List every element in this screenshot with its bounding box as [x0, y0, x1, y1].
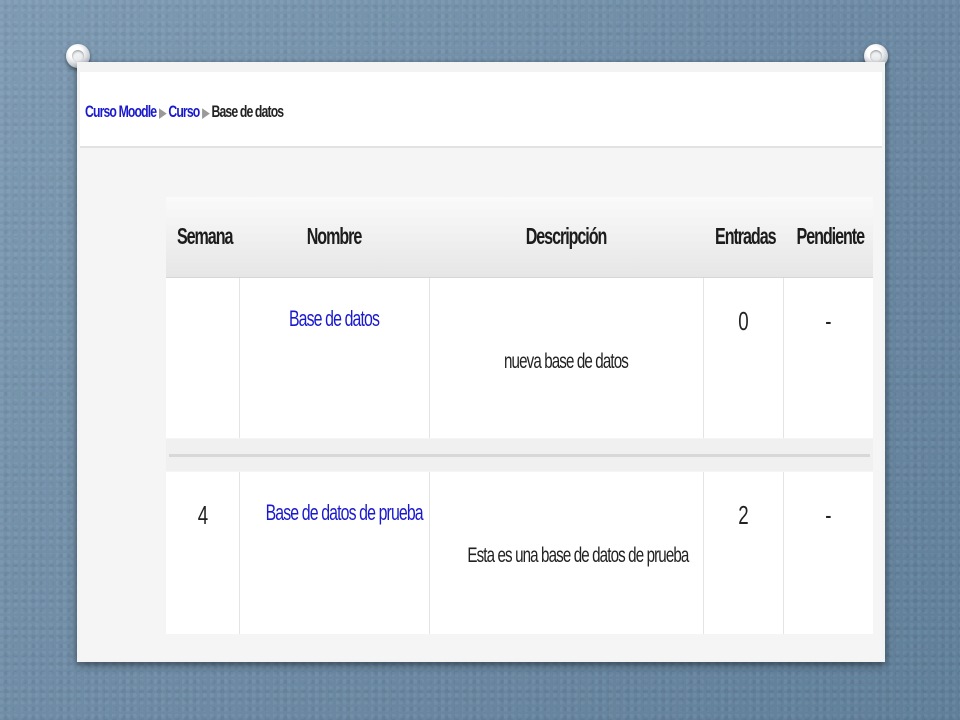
cell-descripcion: Esta es una base de datos de prueba — [467, 544, 689, 567]
row-separator — [166, 439, 873, 471]
column-divider — [783, 472, 784, 634]
navigation-bar: Curso Moodle ▶ Curso ▶ Base de datos — [80, 72, 882, 148]
breadcrumb-arrow-icon: ▶ — [202, 105, 209, 120]
cell-semana: 4 — [197, 500, 208, 530]
breadcrumb-curso[interactable]: Curso — [168, 102, 200, 121]
column-divider — [239, 472, 240, 634]
breadcrumb-curso-moodle[interactable]: Curso Moodle — [85, 102, 157, 121]
table-row: 4 Base de datos de prueba Esta es una ba… — [166, 472, 873, 634]
column-divider — [703, 472, 704, 634]
cell-nombre-link[interactable]: Base de datos de prueba — [266, 500, 424, 526]
header-descripcion[interactable]: Descripción — [470, 223, 662, 250]
header-semana[interactable]: Semana — [177, 223, 234, 250]
header-nombre[interactable]: Nombre — [268, 223, 401, 250]
table-header: Semana Nombre Descripción Entradas Pendi… — [166, 197, 873, 278]
separator-line — [169, 454, 870, 457]
database-table: Semana Nombre Descripción Entradas Pendi… — [166, 197, 873, 634]
cell-pendiente: - — [825, 500, 831, 530]
breadcrumb: Curso Moodle ▶ Curso ▶ Base de datos — [85, 102, 284, 122]
breadcrumb-arrow-icon: ▶ — [159, 105, 166, 120]
breadcrumb-current: Base de datos — [211, 102, 284, 121]
column-divider — [783, 278, 784, 438]
column-divider — [703, 278, 704, 438]
cell-descripcion: nueva base de datos — [504, 350, 629, 373]
table-row: Base de datos nueva base de datos 0 - — [166, 278, 873, 438]
cell-entradas: 0 — [738, 306, 748, 336]
header-pendiente[interactable]: Pendiente — [797, 223, 866, 250]
column-divider — [429, 472, 430, 634]
cell-nombre-link[interactable]: Base de datos — [266, 306, 403, 332]
column-divider — [239, 278, 240, 438]
header-entradas[interactable]: Entradas — [715, 223, 777, 250]
column-divider — [429, 278, 430, 438]
cell-pendiente: - — [825, 306, 831, 336]
cell-entradas: 2 — [738, 500, 748, 530]
